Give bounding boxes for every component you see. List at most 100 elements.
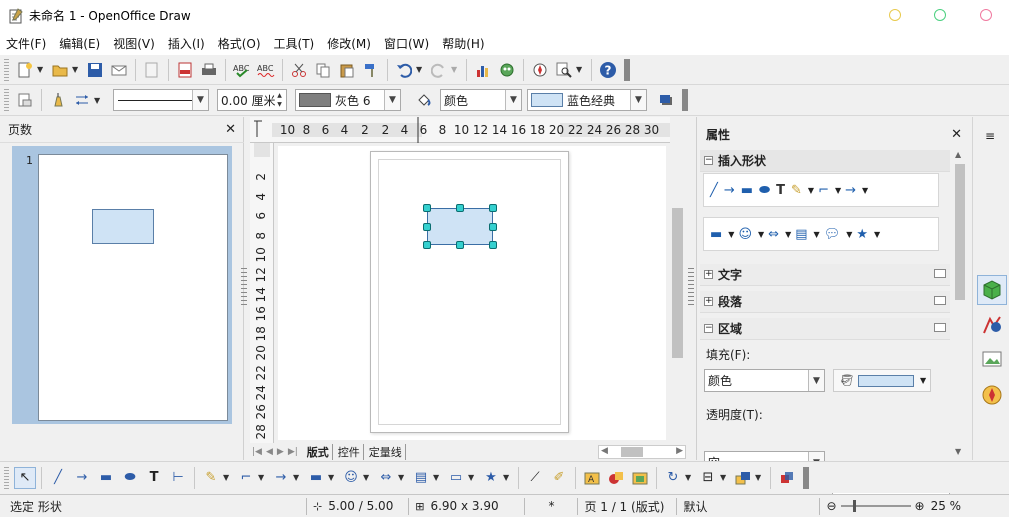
spin-buttons[interactable]: ▲▼	[274, 91, 285, 109]
tab-dimension-lines[interactable]: 定量线	[366, 444, 406, 460]
status-zoom[interactable]: 25 %	[931, 499, 962, 513]
menu-format[interactable]: 格式(O)	[218, 35, 261, 52]
block-arrows-icon[interactable]: ⇔	[768, 227, 779, 242]
zoom-icon[interactable]	[553, 59, 575, 81]
arrow-lines-icon[interactable]: →	[845, 183, 856, 198]
shadow-icon[interactable]	[655, 89, 677, 111]
line-tool-icon[interactable]: ╱	[47, 467, 69, 489]
scrollbar-thumb[interactable]	[955, 164, 965, 300]
panel-splitter[interactable]	[241, 268, 247, 306]
arrow-style-icon[interactable]	[71, 89, 93, 111]
export-pdf-icon[interactable]	[174, 59, 196, 81]
sidebar-menu-icon[interactable]: ≡	[985, 129, 995, 143]
gallery-icon[interactable]	[496, 59, 518, 81]
scroll-right-icon[interactable]: ▶	[676, 446, 683, 456]
menu-modify[interactable]: 修改(M)	[327, 35, 371, 52]
chevron-down-icon[interactable]: ▼	[576, 65, 584, 74]
last-tab-icon[interactable]: ▶|	[288, 447, 298, 457]
edit-file-icon[interactable]	[141, 59, 163, 81]
menu-window[interactable]: 窗口(W)	[384, 35, 429, 52]
resize-handle[interactable]	[423, 223, 431, 231]
symbol-shapes-icon[interactable]: ☺	[738, 227, 752, 242]
resize-handle[interactable]	[489, 204, 497, 212]
points-edit-icon[interactable]: ⟋	[524, 467, 546, 489]
zoom-slider[interactable]	[840, 500, 911, 512]
chevron-down-icon[interactable]: ▼	[808, 370, 824, 391]
copy-icon[interactable]	[312, 59, 334, 81]
area-fill-bucket-icon[interactable]	[413, 89, 435, 111]
chevron-down-icon[interactable]: ▼	[192, 90, 208, 110]
menu-help[interactable]: 帮助(H)	[442, 35, 484, 52]
open-folder-icon[interactable]	[49, 59, 71, 81]
callouts-icon[interactable]: 💬︎	[824, 227, 841, 242]
resize-handle[interactable]	[456, 241, 464, 249]
line-color-select[interactable]: 灰色 6 ▼	[295, 89, 401, 111]
basic-shapes-icon[interactable]: ▬	[710, 227, 722, 242]
more-options-icon[interactable]	[934, 296, 946, 305]
rectangle-tool-icon[interactable]: ▬	[741, 183, 753, 198]
close-icon[interactable]: ✕	[951, 127, 962, 142]
horizontal-scrollbar[interactable]: ◀ ▶	[598, 445, 686, 459]
curve-tool-icon[interactable]: ✎	[200, 467, 222, 489]
maximize-button[interactable]	[934, 9, 946, 21]
vertical-scrollbar[interactable]	[669, 146, 686, 440]
page-thumbnail[interactable]	[38, 154, 228, 421]
close-icon[interactable]: ✕	[225, 122, 236, 137]
area-style-select[interactable]: 颜色 ▼	[440, 89, 522, 111]
curve-tool-icon[interactable]: ✎	[791, 183, 802, 198]
arrow-tool-icon[interactable]: →	[71, 467, 93, 489]
connector-tool-icon[interactable]: ⌐	[235, 467, 257, 489]
zoom-slider-thumb[interactable]	[852, 500, 856, 512]
line-width-field[interactable]: 0.00 厘米 ▲ ▼	[217, 89, 287, 111]
toolbar-overflow[interactable]	[682, 89, 688, 111]
status-modified[interactable]: *	[531, 499, 571, 513]
section-insert-shapes[interactable]: − 插入形状	[700, 150, 950, 172]
panel-splitter[interactable]	[688, 268, 694, 306]
fill-type-select[interactable]: 颜色 ▼	[704, 369, 825, 392]
area-color-select[interactable]: 蓝色经典 ▼	[527, 89, 647, 111]
toolbar-overflow[interactable]	[624, 58, 630, 81]
toolbar-grip[interactable]	[4, 89, 9, 111]
email-icon[interactable]	[108, 59, 130, 81]
insert-image-icon[interactable]	[605, 467, 627, 489]
connector-tool-icon[interactable]: ⌐	[818, 183, 829, 198]
tab-layout[interactable]: 版式	[304, 444, 333, 460]
tab-controls[interactable]: 控件	[335, 444, 364, 460]
format-paintbrush-icon[interactable]	[360, 59, 382, 81]
gallery-icon[interactable]	[629, 467, 651, 489]
horizontal-ruler[interactable]: 10 8 6 4 2 2 4 6 8 10 12 14 16 18 20 22 24 26 28 30	[250, 117, 670, 143]
styles-deck-icon[interactable]	[980, 313, 1004, 340]
menu-file[interactable]: 文件(F)	[6, 35, 46, 52]
glue-points-icon[interactable]: ✐	[548, 467, 570, 489]
resize-handle[interactable]	[423, 241, 431, 249]
minimize-button[interactable]	[889, 9, 901, 21]
expand-icon[interactable]: +	[704, 270, 713, 279]
symbol-shapes-icon[interactable]: ☺	[340, 467, 362, 489]
undo-icon[interactable]	[393, 59, 415, 81]
stars-icon[interactable]: ★	[480, 467, 502, 489]
ellipse-tool-icon[interactable]: ⬬	[119, 467, 141, 489]
new-document-icon[interactable]	[14, 59, 36, 81]
resize-handle[interactable]	[423, 204, 431, 212]
section-text[interactable]: + 文字	[700, 264, 950, 286]
arrange-icon[interactable]	[732, 467, 754, 489]
scrollbar-thumb[interactable]	[672, 208, 683, 358]
more-options-icon[interactable]	[934, 323, 946, 332]
text-tool-icon[interactable]: T	[143, 467, 165, 489]
paste-icon[interactable]	[336, 59, 358, 81]
text-tool-icon[interactable]: T	[776, 183, 785, 198]
basic-shapes-icon[interactable]: ▬	[305, 467, 327, 489]
zoom-in-icon[interactable]: ⊕	[915, 499, 925, 513]
fontwork-icon[interactable]: A	[581, 467, 603, 489]
line-icon[interactable]	[47, 89, 69, 111]
chevron-down-icon[interactable]: ▼	[37, 65, 45, 74]
chevron-down-icon[interactable]: ▼	[505, 90, 521, 110]
menu-tools[interactable]: 工具(T)	[274, 35, 315, 52]
menu-insert[interactable]: 插入(I)	[168, 35, 205, 52]
navigator-deck-icon[interactable]	[980, 383, 1004, 410]
toolbar-grip[interactable]	[4, 58, 9, 81]
resize-handle[interactable]	[489, 241, 497, 249]
align-icon[interactable]: ⊟	[697, 467, 719, 489]
flowchart-icon[interactable]: ▤	[410, 467, 432, 489]
resize-handle[interactable]	[489, 223, 497, 231]
